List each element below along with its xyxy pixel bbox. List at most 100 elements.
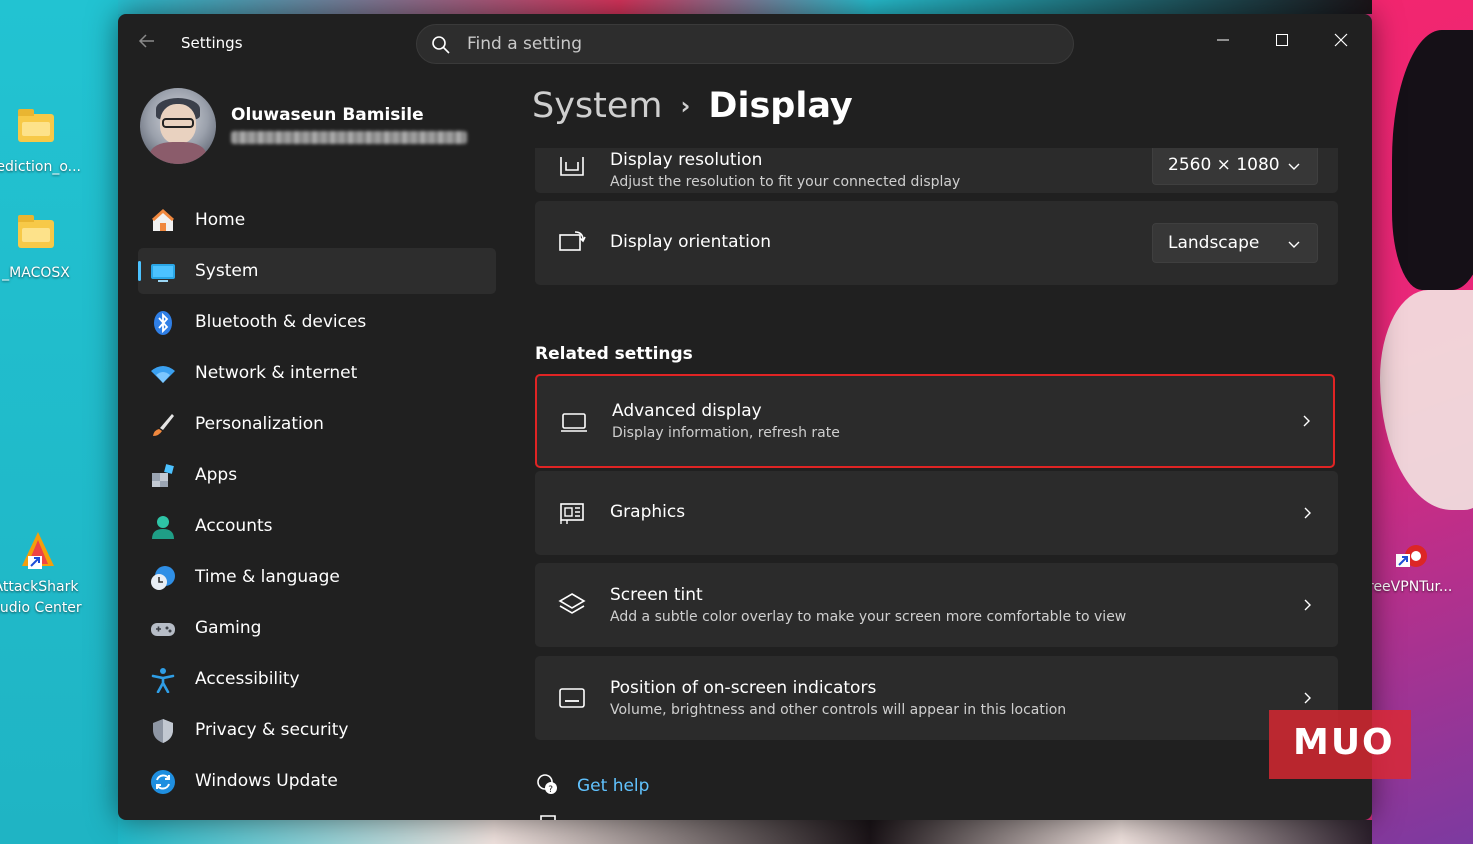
sidebar-item-label: Home	[195, 210, 246, 230]
app-title: Settings	[181, 34, 243, 52]
card-subtitle: Volume, brightness and other controls wi…	[610, 702, 1067, 718]
sidebar-item-network[interactable]: Network & internet	[138, 350, 496, 396]
sidebar-item-windows-update[interactable]: Windows Update	[138, 758, 496, 804]
resolution-icon	[560, 157, 584, 176]
chevron-right-icon	[1304, 599, 1311, 611]
sidebar-item-label: Accessibility	[195, 669, 300, 689]
page-title: Display	[708, 86, 853, 126]
minimize-button[interactable]	[1200, 22, 1246, 58]
orientation-dropdown[interactable]: Landscape	[1152, 223, 1318, 263]
sidebar-item-label: Personalization	[195, 414, 324, 434]
maximize-button[interactable]	[1259, 22, 1305, 58]
sidebar-item-privacy-security[interactable]: Privacy & security	[138, 707, 496, 753]
chevron-down-icon	[1288, 241, 1300, 248]
sidebar-item-time-language[interactable]: Time & language	[138, 554, 496, 600]
maximize-icon	[1276, 34, 1288, 46]
sidebar-item-accessibility[interactable]: Accessibility	[138, 656, 496, 702]
vpn-app-icon	[1396, 545, 1427, 567]
sidebar-item-apps[interactable]: Apps	[138, 452, 496, 498]
sidebar-item-gaming[interactable]: Gaming	[138, 605, 496, 651]
sidebar-nav: Home System Bluetooth & devices Network …	[138, 197, 496, 809]
display-resolution-card[interactable]: Display resolution Adjust the resolution…	[535, 148, 1338, 193]
close-icon	[1334, 33, 1348, 47]
graphics-card[interactable]: Graphics	[535, 471, 1338, 555]
avatar[interactable]	[140, 88, 216, 164]
close-button[interactable]	[1318, 22, 1364, 58]
sidebar-item-home[interactable]: Home	[138, 197, 496, 243]
sidebar-item-label: Privacy & security	[195, 720, 349, 740]
profile-name: Oluwaseun Bamisile	[231, 105, 424, 125]
card-subtitle: Add a subtle color overlay to make your …	[610, 609, 1127, 625]
search-input[interactable]	[467, 25, 1057, 63]
dropdown-value: 2560 × 1080	[1168, 155, 1280, 175]
minimize-icon	[1217, 39, 1229, 41]
advanced-display-card[interactable]: Advanced display Display information, re…	[535, 374, 1335, 468]
display-orientation-card[interactable]: Display orientation Landscape	[535, 201, 1338, 285]
orientation-icon	[559, 231, 586, 251]
svg-text:?: ?	[548, 785, 553, 795]
watermark-text: MUO	[1293, 722, 1395, 763]
chevron-right-icon	[1303, 415, 1310, 427]
card-title: Position of on-screen indicators	[610, 678, 877, 698]
onscreen-indicators-card[interactable]: Position of on-screen indicators Volume,…	[535, 656, 1338, 740]
screen-tint-card[interactable]: Screen tint Add a subtle color overlay t…	[535, 563, 1338, 647]
chevron-right-icon	[1304, 692, 1311, 704]
search-box[interactable]	[416, 24, 1074, 64]
breadcrumb-parent[interactable]: System	[532, 86, 663, 126]
feedback-icon	[540, 815, 556, 820]
get-help-label: Get help	[577, 776, 650, 796]
folder-icon	[18, 215, 54, 248]
bluetooth-icon	[154, 311, 172, 335]
accounts-icon	[152, 516, 174, 539]
shield-icon	[153, 719, 173, 743]
profile-email-redacted	[231, 131, 467, 144]
sidebar-item-accounts[interactable]: Accounts	[138, 503, 496, 549]
title-bar: Settings	[118, 14, 1372, 74]
chevron-right-icon	[1304, 507, 1311, 519]
avatar-art	[150, 142, 206, 164]
back-arrow-icon	[138, 34, 154, 48]
attackshark-app-icon	[22, 532, 54, 569]
desktop-wallpaper-bottom	[118, 820, 1372, 844]
wallpaper-art	[1380, 290, 1473, 510]
sidebar-item-label: System	[195, 261, 259, 281]
gamepad-icon	[151, 623, 175, 636]
card-subtitle: Adjust the resolution to fit your connec…	[610, 174, 961, 190]
card-title: Display orientation	[610, 232, 772, 252]
back-button[interactable]	[138, 32, 158, 52]
related-settings-heading: Related settings	[535, 344, 693, 364]
settings-window: Settings Oluwaseun Bamisile Home System	[118, 14, 1372, 820]
resolution-dropdown[interactable]: 2560 × 1080	[1152, 148, 1318, 185]
desktop-icon-attackshark[interactable]: AttackShark Audio Center	[0, 530, 86, 619]
sidebar-item-label: Time & language	[195, 567, 340, 587]
sidebar-item-bluetooth[interactable]: Bluetooth & devices	[138, 299, 496, 345]
desktop-icon-folder[interactable]: rediction_o...	[0, 109, 86, 178]
card-subtitle: Display information, refresh rate	[612, 425, 840, 441]
home-icon	[151, 208, 175, 231]
avatar-art	[162, 118, 194, 128]
apps-icon	[152, 464, 174, 487]
help-icon: ?	[537, 774, 557, 795]
breadcrumb: System › Display	[532, 86, 853, 126]
system-icon	[151, 264, 175, 282]
settings-content: Display resolution Adjust the resolution…	[535, 148, 1340, 820]
sidebar-item-system[interactable]: System	[138, 248, 496, 294]
card-title: Display resolution	[610, 150, 763, 170]
indicator-position-icon	[559, 688, 585, 708]
desktop-icon-vpn[interactable]: reeVPNTur...	[1368, 536, 1473, 598]
desktop-icon-label: _MACOSX	[2, 265, 70, 281]
sidebar-item-label: Network & internet	[195, 363, 358, 383]
chevron-down-icon	[1288, 163, 1300, 170]
site-watermark: MUO	[1269, 710, 1411, 779]
layers-icon	[558, 593, 586, 614]
breadcrumb-separator: ›	[680, 92, 691, 120]
desktop-icon-label: reeVPNTur...	[1368, 579, 1453, 595]
desktop-wallpaper-top	[118, 0, 1372, 14]
graphics-card-icon	[560, 503, 584, 524]
update-icon	[151, 770, 175, 794]
sidebar-item-label: Bluetooth & devices	[195, 312, 367, 332]
sidebar-item-personalization[interactable]: Personalization	[138, 401, 496, 447]
search-icon	[432, 36, 450, 54]
clock-globe-icon	[151, 566, 175, 590]
desktop-icon-folder[interactable]: _MACOSX	[0, 215, 86, 284]
